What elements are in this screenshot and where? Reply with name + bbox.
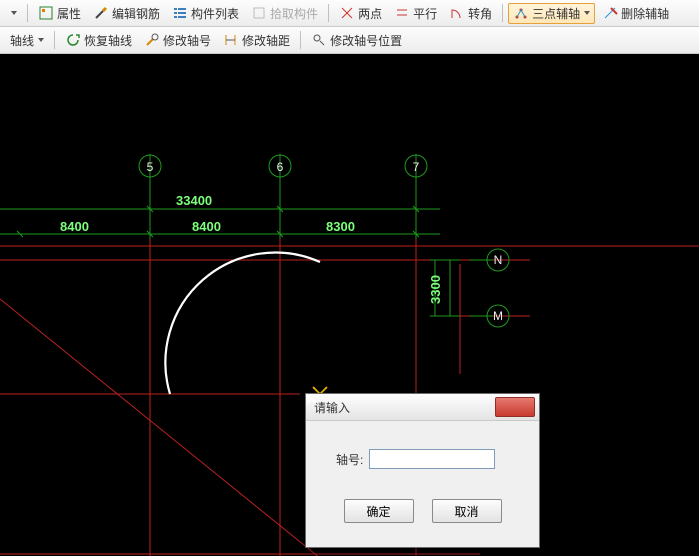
component-list-button[interactable]: 构件列表 [167, 3, 244, 24]
edit-axis-id-pos-icon [311, 32, 327, 48]
label: 轴线 [10, 32, 34, 49]
dim-total: 33400 [176, 193, 212, 208]
dim-s1: 8400 [60, 219, 89, 234]
label: 编辑钢筋 [112, 5, 160, 22]
label: 两点 [358, 5, 382, 22]
label: 构件列表 [191, 5, 239, 22]
cad-viewport[interactable]: 5 6 7 N M 33400 8400 8400 8300 3300 请输入 … [0, 54, 699, 556]
delete-aux-button[interactable]: 删除辅轴 [597, 3, 674, 24]
two-points-button[interactable]: 两点 [334, 3, 387, 24]
dim-v1: 3300 [428, 275, 443, 304]
edit-axis-dist-button[interactable]: 修改轴距 [218, 30, 295, 51]
label: 修改轴号位置 [330, 32, 402, 49]
edit-axis-id-pos-button[interactable]: 修改轴号位置 [306, 30, 407, 51]
edit-rebar-icon [93, 5, 109, 21]
pick-icon [251, 5, 267, 21]
turn-angle-icon [449, 5, 465, 21]
dim-s3: 8300 [326, 219, 355, 234]
input-dialog: 请输入 轴号: 确定 取消 [305, 393, 540, 548]
axis-bubble-n: N [494, 253, 503, 267]
edit-axis-dist-icon [223, 32, 239, 48]
axis-bubble-5: 5 [147, 160, 154, 174]
dialog-close-button[interactable] [495, 397, 535, 417]
turn-angle-button[interactable]: 转角 [444, 3, 497, 24]
separator [328, 4, 329, 22]
three-point-aux-icon [513, 5, 529, 21]
restore-axis-icon [65, 32, 81, 48]
dialog-titlebar[interactable]: 请输入 [306, 394, 539, 421]
three-point-aux-button[interactable]: 三点辅轴 [508, 3, 595, 24]
label: 属性 [57, 5, 81, 22]
caret-down-icon [584, 11, 590, 15]
separator [300, 31, 301, 49]
axis-id-label: 轴号: [336, 451, 363, 468]
two-points-icon [339, 5, 355, 21]
list-icon [172, 5, 188, 21]
delete-aux-icon [602, 5, 618, 21]
toolbar-primary: 属性 编辑钢筋 构件列表 拾取构件 两点 平行 转角 三点辅轴 删除辅轴 [0, 0, 699, 27]
ok-button[interactable]: 确定 [344, 499, 414, 523]
caret-down-icon [38, 38, 44, 42]
dialog-body: 轴号: 确定 取消 [306, 421, 539, 547]
axis-bubble-7: 7 [413, 160, 420, 174]
cancel-button[interactable]: 取消 [432, 499, 502, 523]
dropdown-small[interactable] [5, 9, 22, 17]
label: 三点辅轴 [532, 5, 580, 22]
label: 修改轴距 [242, 32, 290, 49]
properties-button[interactable]: 属性 [33, 3, 86, 24]
label: 恢复轴线 [84, 32, 132, 49]
axis-line-button[interactable]: 轴线 [5, 30, 49, 51]
separator [502, 4, 503, 22]
edit-rebar-button[interactable]: 编辑钢筋 [88, 3, 165, 24]
parallel-icon [394, 5, 410, 21]
label: 修改轴号 [163, 32, 211, 49]
dialog-buttons: 确定 取消 [322, 499, 523, 537]
edit-axis-id-icon [144, 32, 160, 48]
edit-axis-id-button[interactable]: 修改轴号 [139, 30, 216, 51]
axis-bubble-6: 6 [277, 160, 284, 174]
parallel-button[interactable]: 平行 [389, 3, 442, 24]
separator [27, 4, 28, 22]
toolbar-secondary: 轴线 恢复轴线 修改轴号 修改轴距 修改轴号位置 [0, 27, 699, 54]
caret-down-icon [11, 11, 17, 15]
axis-id-input[interactable] [369, 449, 495, 469]
arc-preview [165, 253, 320, 394]
label: 拾取构件 [270, 5, 318, 22]
axis-id-row: 轴号: [336, 449, 523, 469]
label: 平行 [413, 5, 437, 22]
dialog-title-text: 请输入 [314, 399, 495, 416]
close-icon [306, 394, 317, 404]
label: 转角 [468, 5, 492, 22]
separator [54, 31, 55, 49]
properties-icon [38, 5, 54, 21]
pick-component-button[interactable]: 拾取构件 [246, 3, 323, 24]
axis-bubble-m: M [493, 309, 503, 323]
restore-axis-button[interactable]: 恢复轴线 [60, 30, 137, 51]
dim-s2: 8400 [192, 219, 221, 234]
label: 删除辅轴 [621, 5, 669, 22]
